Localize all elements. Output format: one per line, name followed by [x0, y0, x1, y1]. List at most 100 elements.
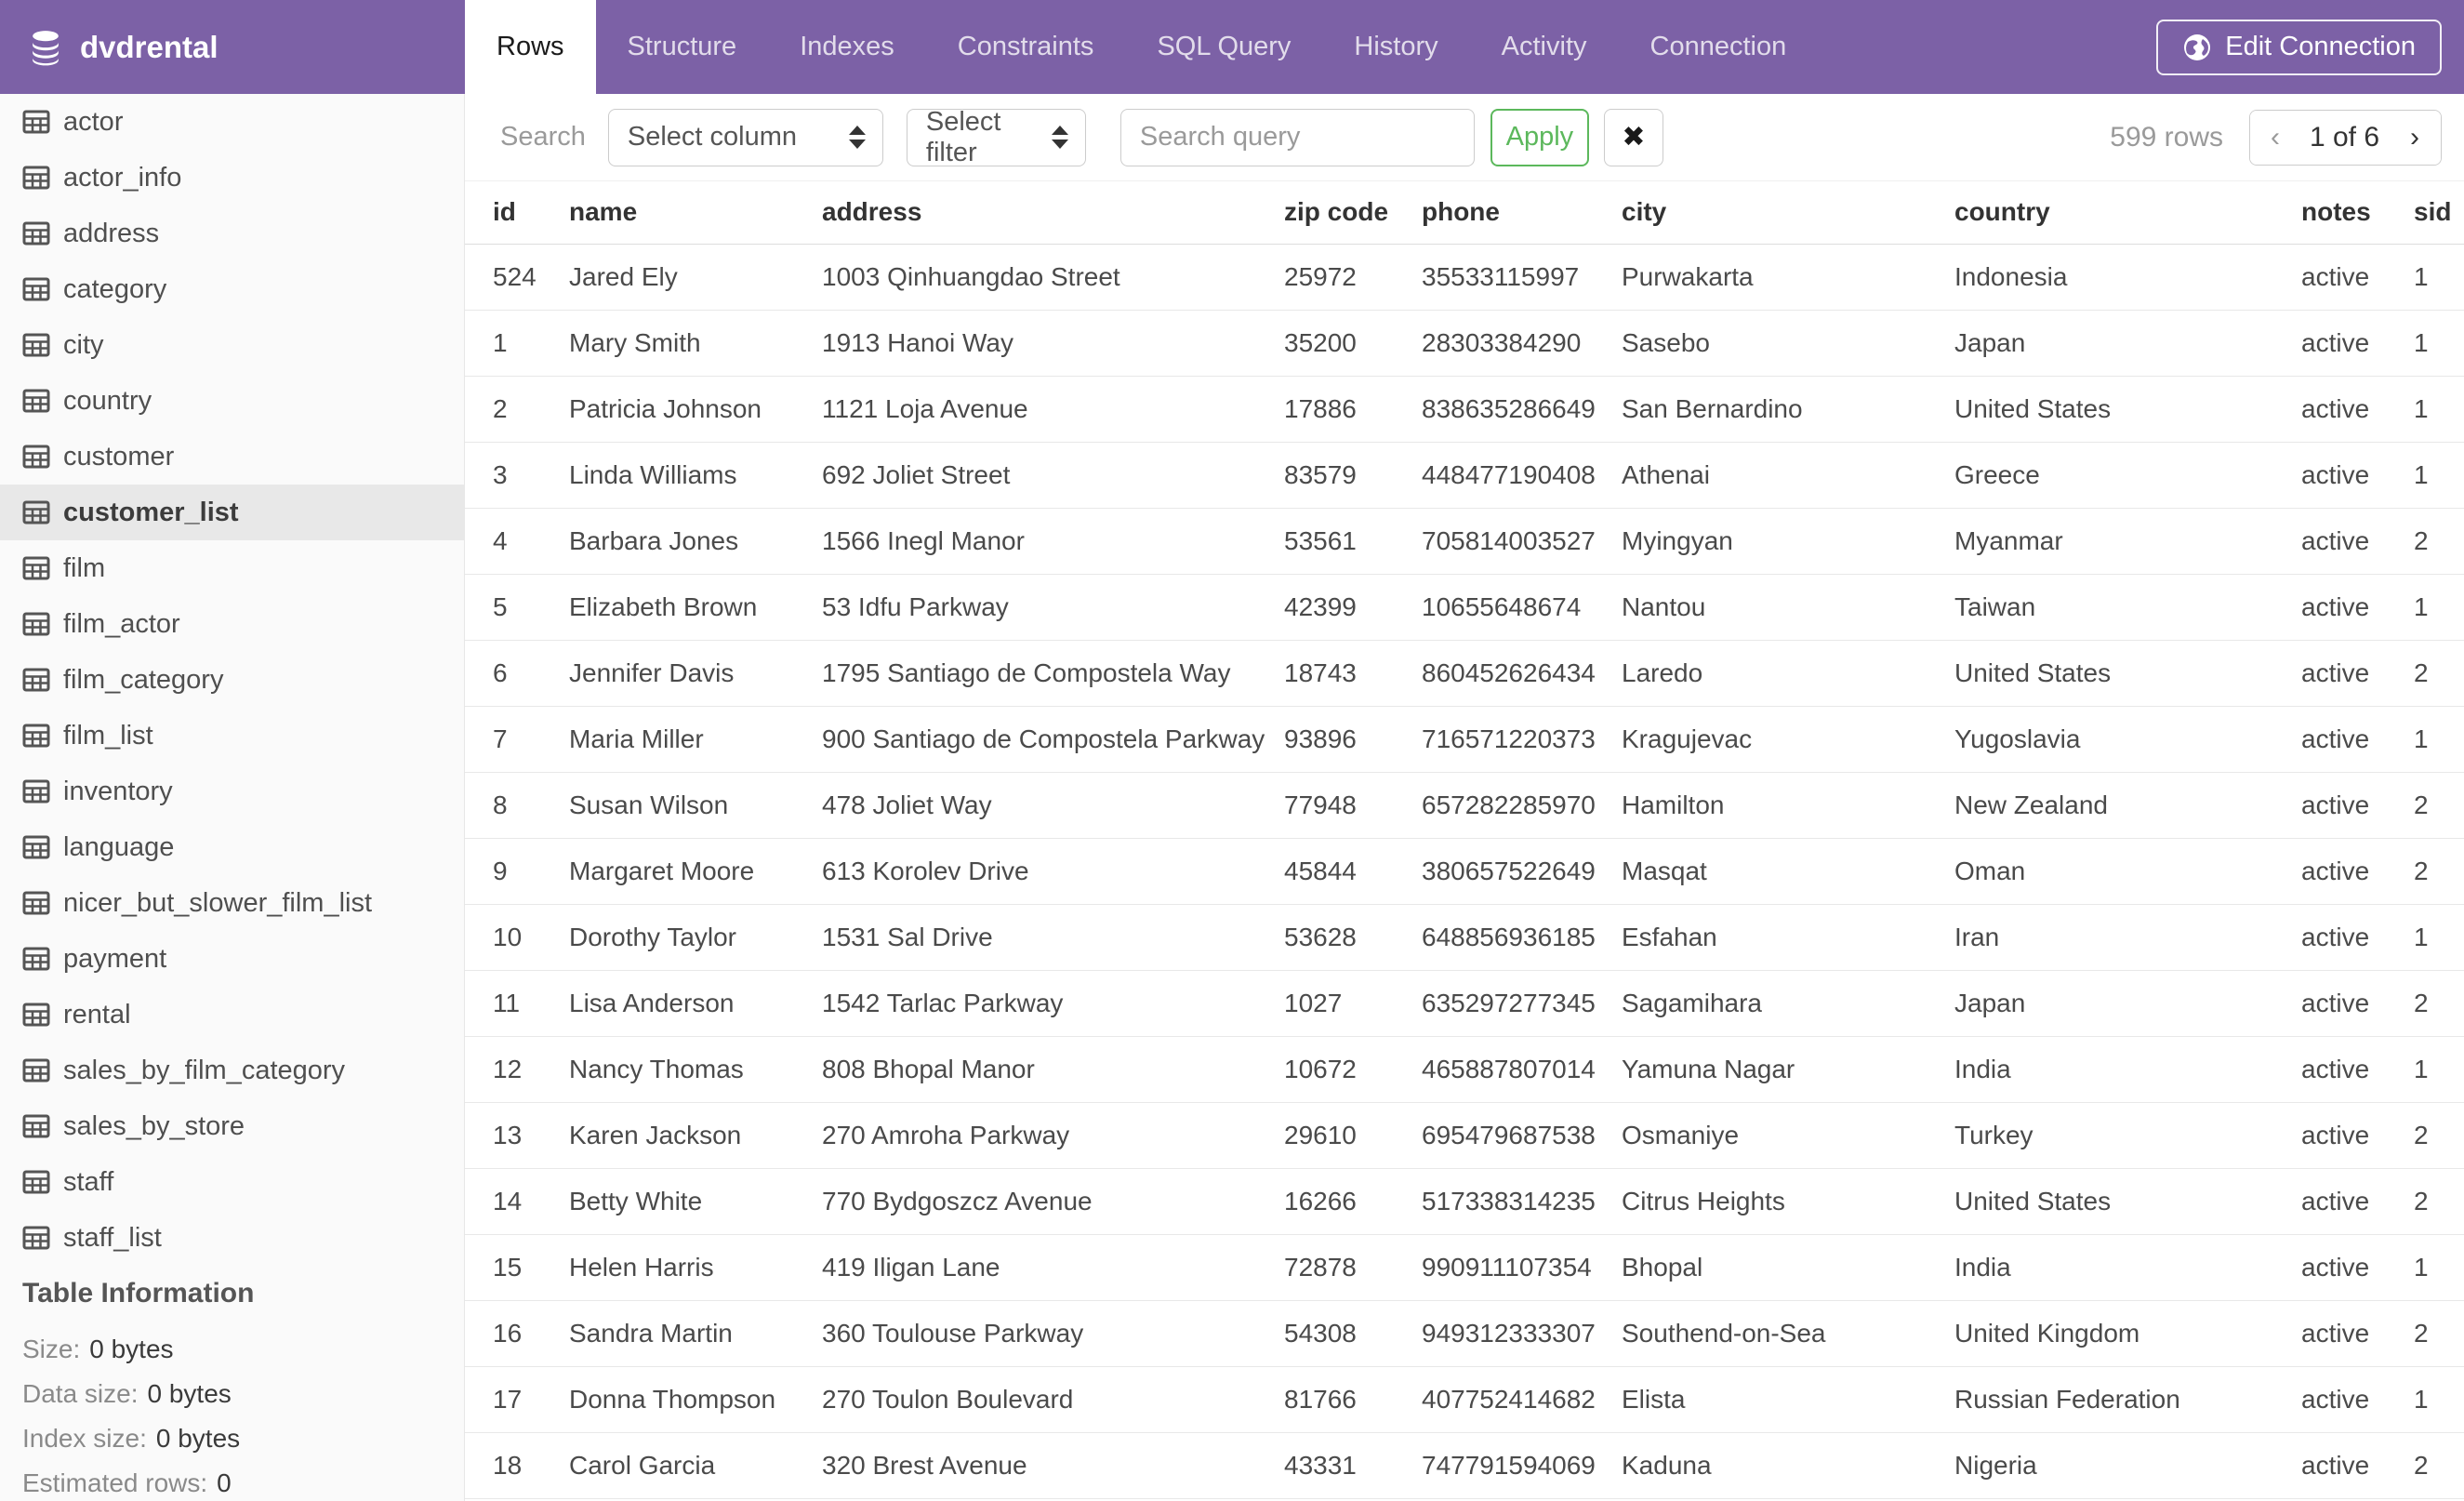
table-cell[interactable]: Maria Miller: [569, 706, 822, 773]
table-cell[interactable]: India: [1954, 1234, 2301, 1301]
table-cell[interactable]: 1003 Qinhuangdao Street: [822, 244, 1284, 311]
table-cell[interactable]: 53628: [1284, 904, 1422, 971]
table-cell[interactable]: 2: [2414, 640, 2464, 707]
tab-structure[interactable]: Structure: [596, 0, 769, 94]
table-cell[interactable]: 1: [2414, 904, 2464, 971]
table-cell[interactable]: 648856936185: [1422, 904, 1622, 971]
sidebar-item-customer[interactable]: customer: [0, 429, 464, 485]
table-cell[interactable]: 2: [2414, 1168, 2464, 1235]
sidebar-item-country[interactable]: country: [0, 373, 464, 429]
table-cell[interactable]: active: [2301, 1102, 2414, 1169]
table-cell[interactable]: United States: [1954, 376, 2301, 443]
table-cell[interactable]: 1795 Santiago de Compostela Way: [822, 640, 1284, 707]
table-cell[interactable]: active: [2301, 640, 2414, 707]
table-cell[interactable]: active: [2301, 1234, 2414, 1301]
next-page-button[interactable]: ›: [2389, 110, 2441, 165]
column-header-phone[interactable]: phone: [1422, 181, 1622, 245]
sidebar-item-city[interactable]: city: [0, 317, 464, 373]
table-cell[interactable]: Osmaniye: [1622, 1102, 1954, 1169]
table-cell[interactable]: 990911107354: [1422, 1234, 1622, 1301]
table-cell[interactable]: Bhopal: [1622, 1234, 1954, 1301]
table-cell[interactable]: 4: [465, 508, 569, 575]
table-cell[interactable]: 77948: [1284, 772, 1422, 839]
table-cell[interactable]: Japan: [1954, 310, 2301, 377]
previous-page-button[interactable]: ‹: [2250, 110, 2300, 165]
table-cell[interactable]: Turkey: [1954, 1102, 2301, 1169]
table-cell[interactable]: Laredo: [1622, 640, 1954, 707]
table-cell[interactable]: 900 Santiago de Compostela Parkway: [822, 706, 1284, 773]
table-cell[interactable]: Esfahan: [1622, 904, 1954, 971]
table-cell[interactable]: 613 Korolev Drive: [822, 838, 1284, 905]
table-cell[interactable]: active: [2301, 574, 2414, 641]
table-cell[interactable]: Nantou: [1622, 574, 1954, 641]
search-query-input[interactable]: [1119, 108, 1475, 166]
table-cell[interactable]: 770 Bydgoszcz Avenue: [822, 1168, 1284, 1235]
table-cell[interactable]: Taiwan: [1954, 574, 2301, 641]
table-cell[interactable]: 380657522649: [1422, 838, 1622, 905]
table-cell[interactable]: United Kingdom: [1954, 1300, 2301, 1367]
table-cell[interactable]: 635297277345: [1422, 970, 1622, 1037]
table-cell[interactable]: 2: [2414, 970, 2464, 1037]
table-cell[interactable]: Barbara Jones: [569, 508, 822, 575]
table-cell[interactable]: Sandra Martin: [569, 1300, 822, 1367]
table-cell[interactable]: 2: [2414, 1432, 2464, 1499]
table-cell[interactable]: New Zealand: [1954, 772, 2301, 839]
table-cell[interactable]: Mary Smith: [569, 310, 822, 377]
sidebar-item-payment[interactable]: payment: [0, 931, 464, 987]
sidebar-item-address[interactable]: address: [0, 206, 464, 261]
table-cell[interactable]: 25972: [1284, 244, 1422, 311]
sidebar-item-sales_by_store[interactable]: sales_by_store: [0, 1098, 464, 1154]
table-cell[interactable]: Margaret Moore: [569, 838, 822, 905]
sidebar-item-category[interactable]: category: [0, 261, 464, 317]
sidebar-item-film_list[interactable]: film_list: [0, 708, 464, 764]
table-cell[interactable]: 2: [2414, 508, 2464, 575]
table-cell[interactable]: 43331: [1284, 1432, 1422, 1499]
table-cell[interactable]: 1: [2414, 706, 2464, 773]
table-cell[interactable]: 1: [465, 310, 569, 377]
table-cell[interactable]: Lisa Anderson: [569, 970, 822, 1037]
table-cell[interactable]: Carol Garcia: [569, 1432, 822, 1499]
table-cell[interactable]: 53 Idfu Parkway: [822, 574, 1284, 641]
column-header-notes[interactable]: notes: [2301, 181, 2414, 245]
table-cell[interactable]: active: [2301, 838, 2414, 905]
table-cell[interactable]: 29610: [1284, 1102, 1422, 1169]
table-cell[interactable]: 657282285970: [1422, 772, 1622, 839]
table-cell[interactable]: active: [2301, 508, 2414, 575]
table-cell[interactable]: Greece: [1954, 442, 2301, 509]
table-cell[interactable]: Helen Harris: [569, 1234, 822, 1301]
table-cell[interactable]: Russian Federation: [1954, 1366, 2301, 1433]
table-cell[interactable]: 42399: [1284, 574, 1422, 641]
table-cell[interactable]: Myanmar: [1954, 508, 2301, 575]
table-cell[interactable]: 11: [465, 970, 569, 1037]
table-cell[interactable]: 860452626434: [1422, 640, 1622, 707]
table-cell[interactable]: active: [2301, 244, 2414, 311]
table-cell[interactable]: 83579: [1284, 442, 1422, 509]
tab-rows[interactable]: Rows: [465, 0, 596, 94]
table-cell[interactable]: active: [2301, 442, 2414, 509]
table-cell[interactable]: 1: [2414, 310, 2464, 377]
sidebar-item-inventory[interactable]: inventory: [0, 764, 464, 819]
table-cell[interactable]: 1027: [1284, 970, 1422, 1037]
table-cell[interactable]: 2: [2414, 838, 2464, 905]
table-cell[interactable]: 6: [465, 640, 569, 707]
table-cell[interactable]: 13: [465, 1102, 569, 1169]
tab-indexes[interactable]: Indexes: [768, 0, 926, 94]
sidebar-item-nicer_but_slower_film_list[interactable]: nicer_but_slower_film_list: [0, 875, 464, 931]
table-cell[interactable]: Yugoslavia: [1954, 706, 2301, 773]
sidebar-item-film[interactable]: film: [0, 540, 464, 596]
sidebar-item-customer_list[interactable]: customer_list: [0, 485, 464, 540]
table-cell[interactable]: 478 Joliet Way: [822, 772, 1284, 839]
table-cell[interactable]: active: [2301, 706, 2414, 773]
table-cell[interactable]: 692 Joliet Street: [822, 442, 1284, 509]
table-cell[interactable]: 1: [2414, 244, 2464, 311]
table-cell[interactable]: 10: [465, 904, 569, 971]
sidebar-item-film_actor[interactable]: film_actor: [0, 596, 464, 652]
sidebar-item-actor_info[interactable]: actor_info: [0, 150, 464, 206]
table-cell[interactable]: Kragujevac: [1622, 706, 1954, 773]
table-cell[interactable]: 949312333307: [1422, 1300, 1622, 1367]
table-cell[interactable]: 270 Toulon Boulevard: [822, 1366, 1284, 1433]
tab-connection[interactable]: Connection: [1619, 0, 1819, 94]
table-cell[interactable]: Sasebo: [1622, 310, 1954, 377]
table-cell[interactable]: active: [2301, 1168, 2414, 1235]
table-cell[interactable]: 448477190408: [1422, 442, 1622, 509]
